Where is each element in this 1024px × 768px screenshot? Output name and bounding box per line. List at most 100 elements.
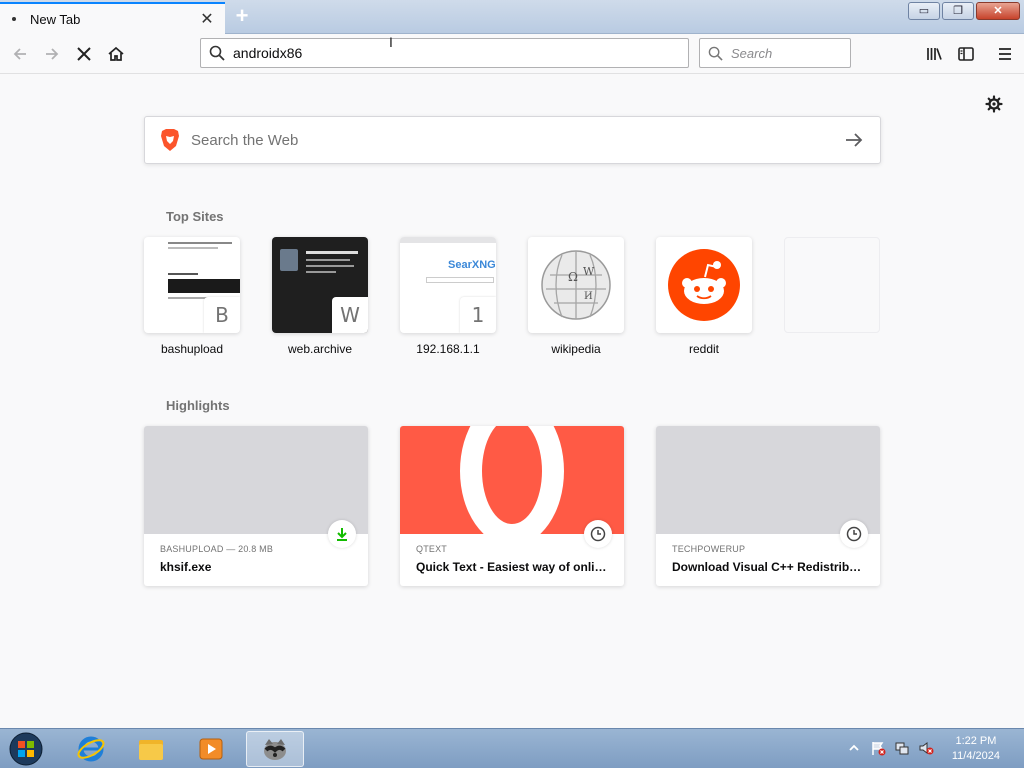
searxng-thumb-text: SearXNG bbox=[448, 259, 496, 271]
site-thumbnail: SearXNG 1 bbox=[400, 237, 496, 333]
tab-strip: New Tab ✕ + ▭ ❐ ✕ bbox=[0, 0, 1024, 34]
sidebar-button[interactable] bbox=[952, 40, 980, 68]
start-button[interactable] bbox=[0, 731, 52, 767]
qtext-preview-image bbox=[400, 426, 624, 534]
site-letter-badge: B bbox=[204, 297, 240, 333]
tab-title: New Tab bbox=[30, 11, 81, 27]
svg-text:Ω: Ω bbox=[568, 270, 578, 284]
highlight-card[interactable]: BASHUPLOAD — 20.8 MB khsif.exe bbox=[144, 426, 368, 586]
windows-start-orb-icon bbox=[9, 732, 43, 766]
taskbar-internet-explorer[interactable] bbox=[62, 731, 120, 767]
site-thumbnail: W bbox=[272, 237, 368, 333]
new-tab-button[interactable]: + bbox=[230, 4, 254, 28]
highlights-heading: Highlights bbox=[166, 398, 230, 413]
wikipedia-globe-icon: Ω W И bbox=[541, 250, 611, 320]
taskbar-browser-active[interactable] bbox=[246, 731, 304, 767]
hamburger-menu-icon bbox=[999, 48, 1011, 60]
download-icon bbox=[328, 520, 356, 548]
site-label: wikipedia bbox=[551, 342, 601, 356]
settings-gear-button[interactable] bbox=[984, 94, 1004, 114]
reddit-logo-icon bbox=[668, 249, 740, 321]
taskbar-media-player[interactable] bbox=[182, 731, 240, 767]
stop-x-icon bbox=[77, 47, 91, 61]
highlight-card[interactable]: QTEXT Quick Text - Easiest way of onlin.… bbox=[400, 426, 624, 586]
clock-time: 1:22 PM bbox=[955, 735, 997, 747]
home-icon bbox=[108, 46, 124, 61]
top-site-reddit[interactable]: reddit bbox=[656, 237, 752, 356]
menu-button[interactable] bbox=[991, 40, 1019, 68]
window-controls: ▭ ❐ ✕ bbox=[908, 2, 1020, 20]
site-letter-badge: 1 bbox=[460, 297, 496, 333]
system-tray bbox=[846, 740, 934, 756]
site-label: web.archive bbox=[287, 342, 353, 356]
browser-raccoon-icon bbox=[264, 739, 286, 760]
top-site-bashupload[interactable]: B bashupload bbox=[144, 237, 240, 356]
search-bar-placeholder[interactable]: Search bbox=[731, 46, 772, 61]
highlight-context: BASHUPLOAD — 20.8 MB bbox=[160, 544, 274, 554]
web-search-placeholder[interactable]: Search the Web bbox=[191, 132, 842, 149]
clock-date: 11/4/2024 bbox=[951, 750, 1000, 762]
url-bar-value[interactable]: androidx86 bbox=[233, 45, 302, 61]
forward-button[interactable] bbox=[38, 40, 66, 68]
top-site-wikipedia[interactable]: Ω W И wikipedia bbox=[528, 237, 624, 356]
top-sites-heading: Top Sites bbox=[166, 209, 224, 224]
site-label: bashupload bbox=[160, 342, 224, 356]
loading-indicator-icon bbox=[12, 17, 16, 21]
svg-text:И: И bbox=[584, 291, 593, 302]
back-button[interactable] bbox=[6, 40, 34, 68]
media-player-icon bbox=[199, 738, 223, 760]
search-icon bbox=[708, 46, 723, 61]
library-button[interactable] bbox=[920, 40, 948, 68]
top-site-router[interactable]: SearXNG 1 192.168.1.1 bbox=[400, 237, 496, 356]
site-thumbnail: B bbox=[144, 237, 240, 333]
clock-icon bbox=[840, 520, 868, 548]
highlight-card[interactable]: TECHPOWERUP Download Visual C++ Redistri… bbox=[656, 426, 880, 586]
highlight-title: Download Visual C++ Redistribu... bbox=[672, 560, 864, 574]
svg-text:W: W bbox=[583, 265, 595, 278]
highlight-context: TECHPOWERUP bbox=[672, 544, 746, 554]
tab-new-tab[interactable]: New Tab ✕ bbox=[0, 2, 225, 34]
site-thumbnail bbox=[656, 237, 752, 333]
taskbar: 1:22 PM 11/4/2024 bbox=[0, 728, 1024, 768]
highlight-image-placeholder bbox=[656, 426, 880, 534]
home-button[interactable] bbox=[102, 40, 130, 68]
stop-button[interactable] bbox=[70, 40, 98, 68]
search-icon bbox=[209, 45, 225, 61]
forward-arrow-icon bbox=[46, 48, 59, 60]
restore-button[interactable]: ❐ bbox=[942, 2, 974, 20]
highlight-context: QTEXT bbox=[416, 544, 448, 554]
internet-explorer-icon bbox=[77, 736, 105, 762]
highlight-title: khsif.exe bbox=[160, 560, 212, 574]
top-site-web-archive[interactable]: W web.archive bbox=[272, 237, 368, 356]
site-thumbnail: Ω W И bbox=[528, 237, 624, 333]
navigation-toolbar: androidx86 Search bbox=[0, 34, 1024, 74]
text-cursor-icon: I bbox=[389, 34, 393, 50]
highlight-title: Quick Text - Easiest way of onlin... bbox=[416, 560, 608, 574]
site-label: 192.168.1.1 bbox=[416, 342, 480, 356]
clock-icon bbox=[584, 520, 612, 548]
taskbar-clock[interactable]: 1:22 PM 11/4/2024 bbox=[952, 734, 1000, 764]
brave-lion-logo-icon bbox=[161, 129, 179, 151]
network-icon[interactable] bbox=[894, 740, 910, 756]
sidebar-icon bbox=[958, 47, 974, 61]
minimize-button[interactable]: ▭ bbox=[908, 2, 940, 20]
highlight-image-placeholder bbox=[144, 426, 368, 534]
site-thumbnail-placeholder bbox=[784, 237, 880, 333]
site-label: reddit bbox=[688, 342, 720, 356]
close-window-button[interactable]: ✕ bbox=[976, 2, 1020, 20]
site-letter-badge: W bbox=[332, 297, 368, 333]
tab-close-icon[interactable]: ✕ bbox=[197, 9, 217, 29]
top-site-empty-slot[interactable] bbox=[784, 237, 880, 333]
gear-icon bbox=[985, 95, 1003, 113]
library-icon bbox=[927, 48, 942, 60]
back-arrow-icon bbox=[13, 48, 26, 60]
web-search-box[interactable]: Search the Web bbox=[144, 116, 881, 164]
show-hidden-icons-icon[interactable] bbox=[846, 740, 862, 756]
url-bar[interactable]: androidx86 bbox=[200, 38, 689, 68]
folder-icon bbox=[139, 740, 163, 760]
search-submit-arrow-icon[interactable] bbox=[842, 128, 866, 152]
taskbar-file-explorer[interactable] bbox=[122, 731, 180, 767]
volume-muted-icon[interactable] bbox=[918, 740, 934, 756]
search-bar[interactable]: Search bbox=[699, 38, 851, 68]
action-center-flag-icon[interactable] bbox=[870, 740, 886, 756]
